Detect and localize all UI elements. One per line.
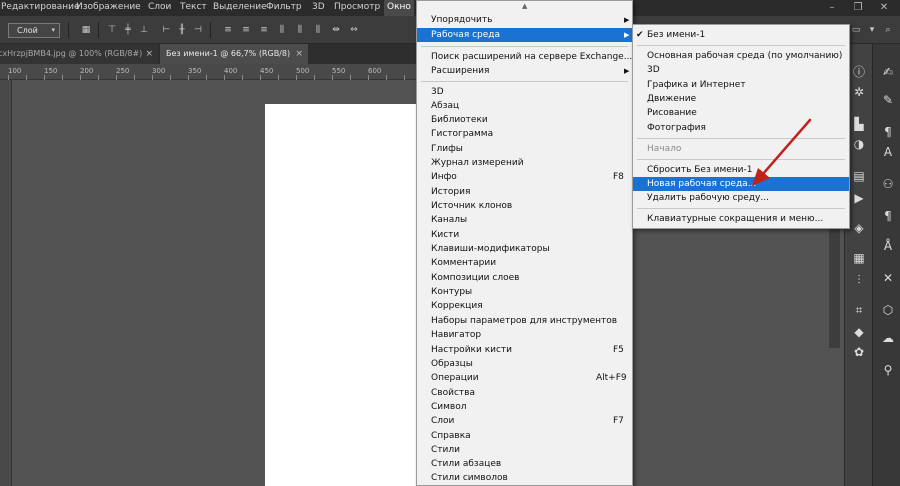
photoshop-window: Редактирование Изображение Слои Текст Вы… — [0, 0, 900, 486]
annotation-arrow — [752, 118, 812, 186]
arrow-shaft — [760, 118, 812, 177]
